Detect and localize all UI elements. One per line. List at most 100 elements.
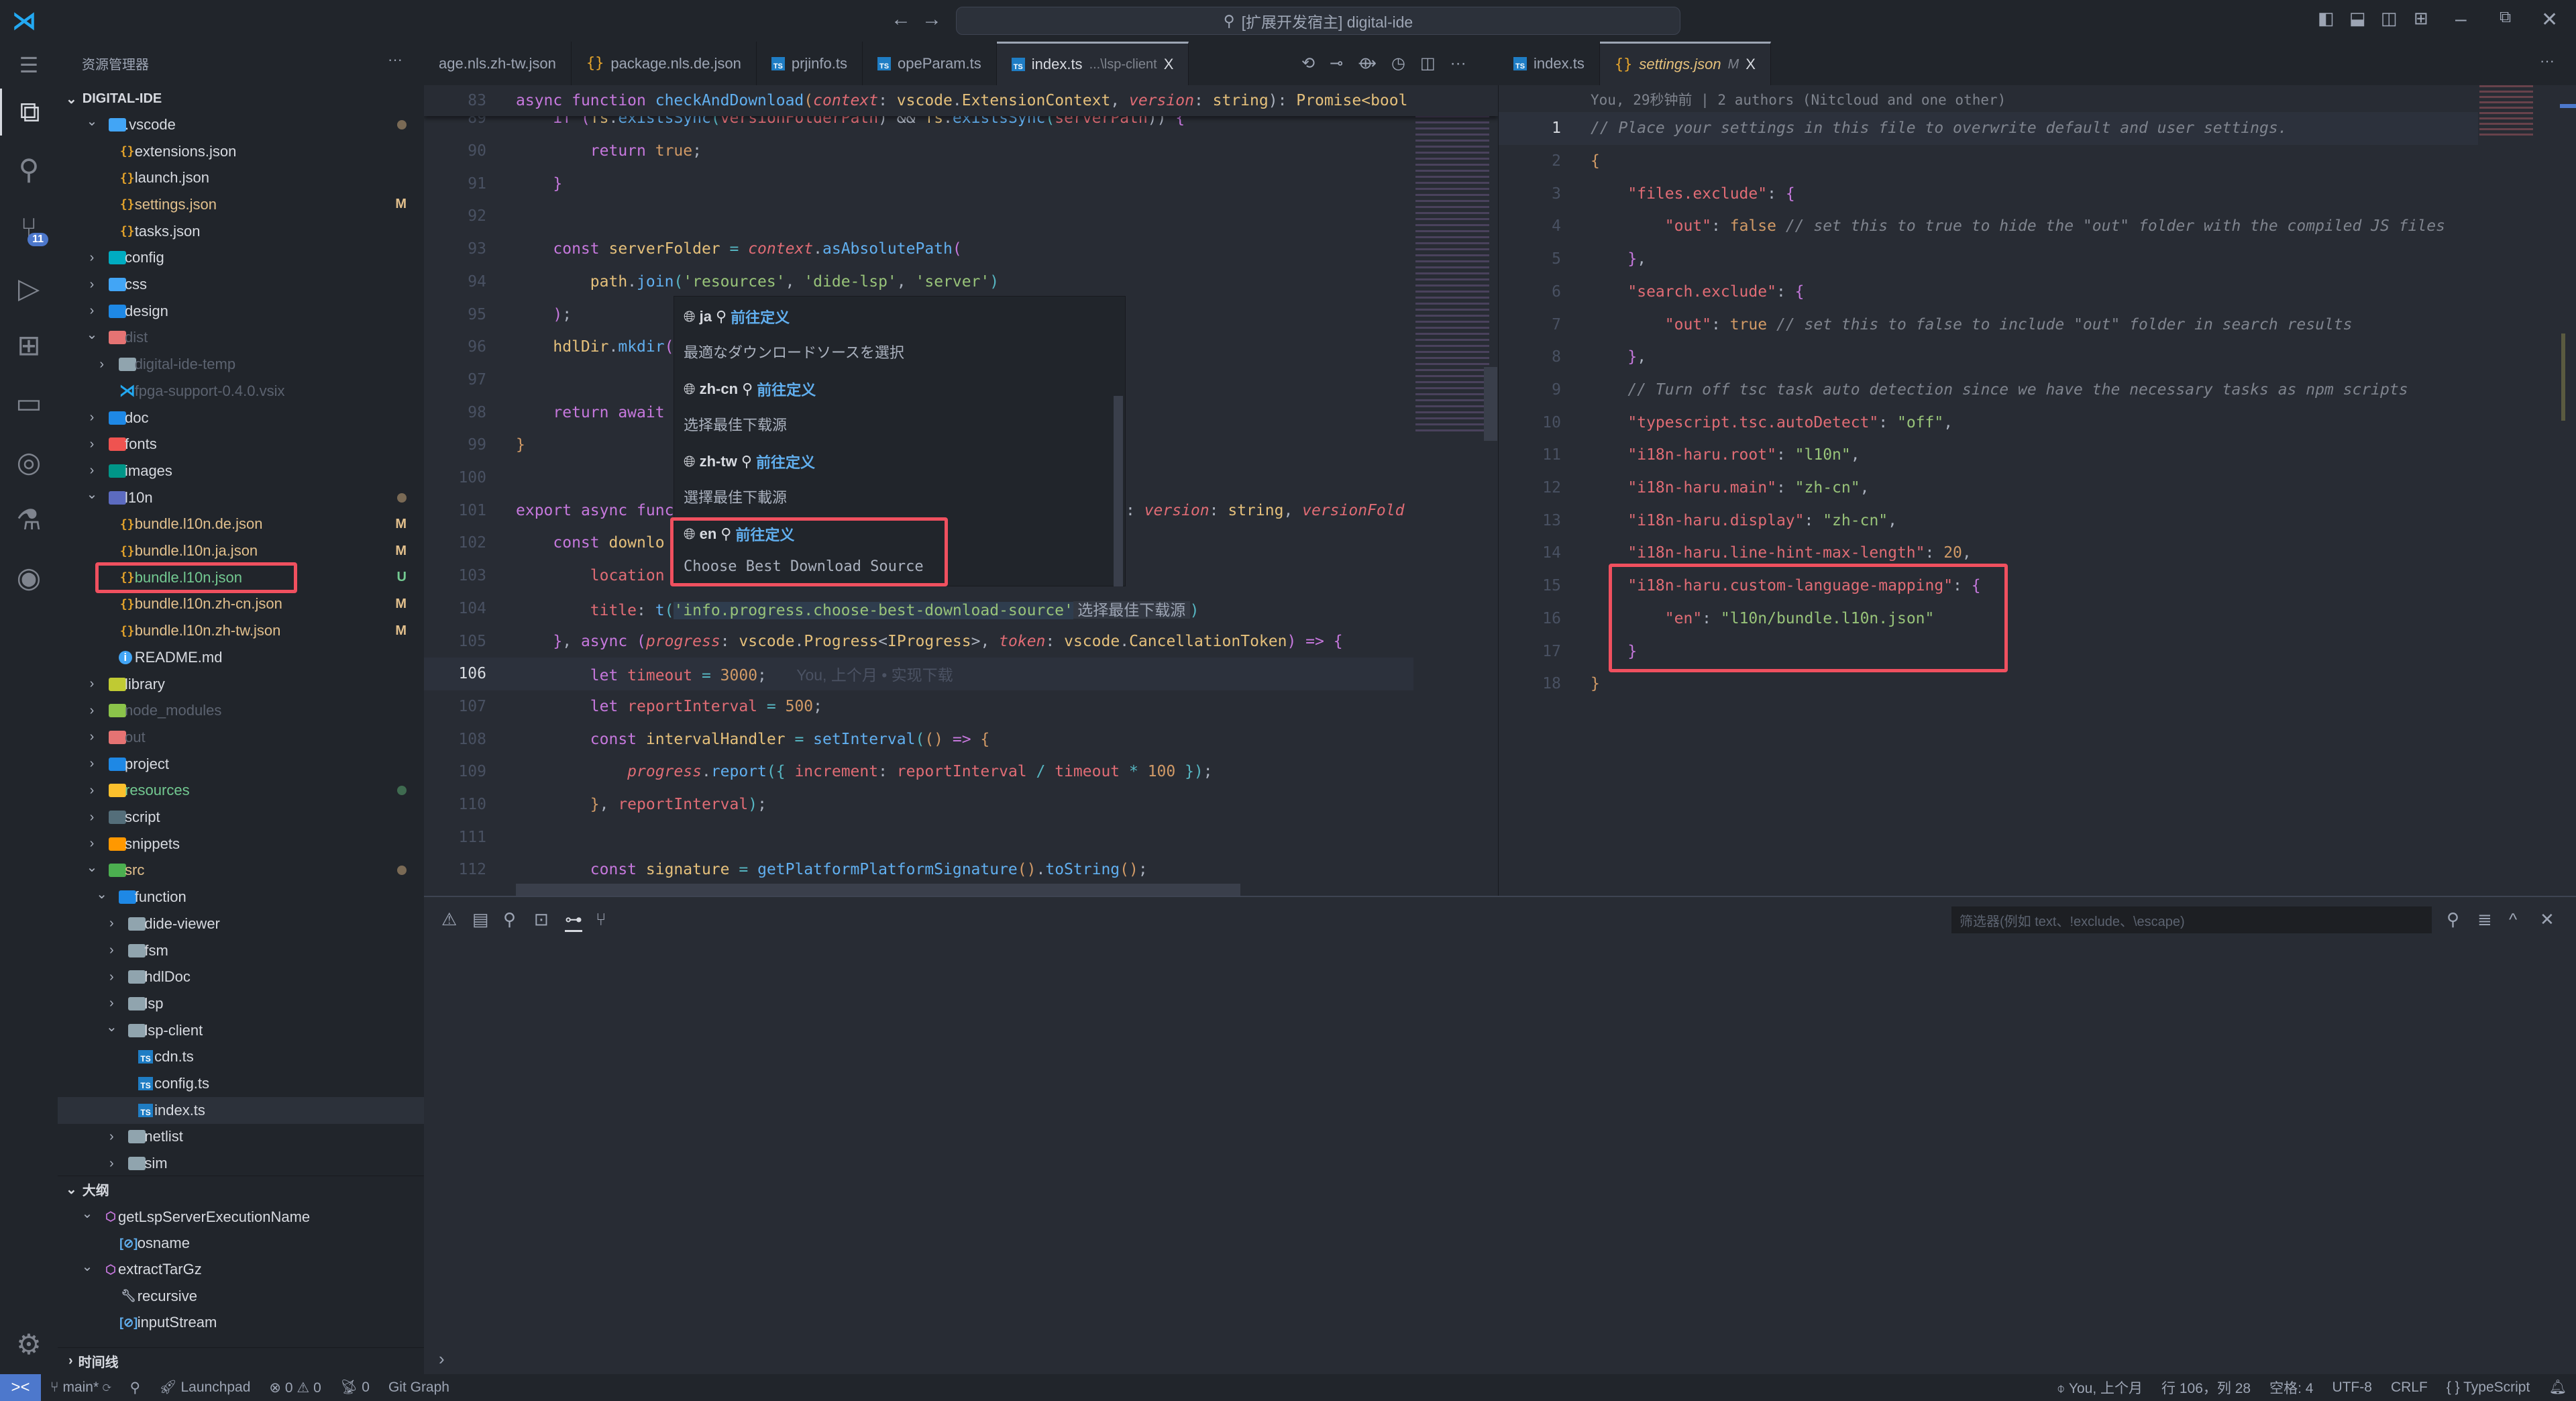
gitlens-icon[interactable]: ⑂ — [596, 909, 606, 930]
git-graph-item[interactable]: Git Graph — [388, 1380, 449, 1396]
encoding[interactable]: UTF-8 — [2332, 1380, 2372, 1396]
codelens-blame[interactable]: You, 29秒钟前 | 2 authors (Nitcloud and one… — [1591, 89, 2006, 109]
language-mode[interactable]: { } TypeScript — [2447, 1380, 2530, 1396]
tree-item[interactable]: › node_modules — [58, 697, 424, 724]
gear-icon[interactable]: ⚙ — [0, 1320, 58, 1367]
tree-item[interactable]: ⌄ l10n — [58, 484, 424, 511]
code-line[interactable]: 93 const serverFolder = context.asAbsolu… — [424, 233, 1413, 266]
close-panel-icon[interactable]: ✕ — [2540, 909, 2555, 930]
ports-icon[interactable]: ⊶ — [565, 909, 582, 932]
gitlens-icon[interactable]: ◷ — [1391, 54, 1405, 73]
previous-change-icon[interactable]: ⊸ — [1330, 54, 1343, 73]
remote-explorer-icon[interactable]: ▭ — [0, 379, 58, 426]
terminal-icon[interactable]: ⊡ — [534, 909, 549, 930]
tree-item[interactable]: i README.md — [58, 644, 424, 671]
tree-item[interactable]: {} bundle.l10n.de.json M — [58, 511, 424, 538]
code-line[interactable]: 18} — [1499, 668, 2478, 701]
tree-item[interactable]: {} launch.json — [58, 164, 424, 191]
tree-item[interactable]: › css — [58, 271, 424, 298]
testing-icon[interactable]: ⚗ — [0, 496, 58, 543]
arrow-left-icon[interactable]: ← — [891, 8, 911, 31]
vertical-scrollbar[interactable] — [2540, 85, 2576, 896]
run-debug-icon[interactable]: ▷ — [0, 264, 58, 311]
code-line[interactable]: 109 progress.report({ increment: reportI… — [424, 756, 1413, 788]
branch-item[interactable]: ⑂ main* ⟳ — [50, 1380, 111, 1396]
explorer-icon[interactable]: ⧉ — [0, 89, 58, 136]
indentation[interactable]: 空格: 4 — [2269, 1378, 2313, 1398]
code-line[interactable]: 112 const signature = getPlatformPlatfor… — [424, 853, 1413, 886]
code-line[interactable]: 11 "i18n-haru.root": "l10n", — [1499, 439, 2478, 472]
split-editor-icon[interactable]: ◫ — [1420, 54, 1436, 73]
tab-age-nls-zh-tw-json[interactable]: age.nls.zh-tw.json — [424, 42, 572, 85]
output-icon[interactable]: ▤ — [472, 909, 489, 930]
extensions-icon[interactable]: ⊞ — [0, 321, 58, 368]
outline-section-header[interactable]: ⌄ 大纲 — [58, 1176, 424, 1202]
customize-layout-icon[interactable]: ⊞ — [2414, 8, 2428, 29]
tree-item[interactable]: › digital-ide-temp — [58, 351, 424, 378]
horizontal-scrollbar[interactable] — [516, 884, 1240, 896]
gitlens-icon[interactable]: ◉ — [0, 554, 58, 601]
tree-item[interactable]: › config — [58, 245, 424, 272]
more-icon[interactable]: ··· — [2540, 52, 2555, 70]
hover-scrollbar[interactable] — [1114, 396, 1123, 586]
code-line[interactable]: 111 — [424, 821, 1413, 853]
search-icon[interactable]: ⚲ — [0, 146, 58, 193]
code-line[interactable]: 3 "files.exclude": { — [1499, 177, 2478, 210]
outline-item[interactable]: ⌄ ⬡ extractTarGz — [58, 1257, 424, 1284]
remote-button[interactable]: >< — [0, 1374, 41, 1401]
tree-item[interactable]: › library — [58, 671, 424, 698]
tree-item[interactable]: ⌄ lsp-client — [58, 1017, 424, 1044]
code-line[interactable]: 106 let timeout = 3000; You, 上个月 • 实现下载 — [424, 657, 1413, 690]
problems-icon[interactable]: ⚠ — [441, 909, 457, 930]
close-tab-icon[interactable]: X — [1746, 56, 1756, 73]
code-line[interactable]: 110 }, reportInterval); — [424, 788, 1413, 821]
code-line[interactable]: 108 const intervalHandler = setInterval(… — [424, 723, 1413, 756]
tree-item[interactable]: › resources — [58, 778, 424, 805]
code-line[interactable]: 104 title: t('info.progress.choose-best-… — [424, 592, 1413, 625]
outline-item[interactable]: [⊘] inputStream — [58, 1309, 424, 1336]
ports-item[interactable]: 📡︎ 0 — [340, 1380, 370, 1396]
tree-item[interactable]: › hdlDoc — [58, 964, 424, 990]
tree-item[interactable]: ⋊ fpga-support-0.4.0.vsix — [58, 378, 424, 405]
tab-index-ts[interactable]: TS index.ts ...\lsp-client X — [996, 42, 1189, 85]
code-line[interactable]: 2{ — [1499, 145, 2478, 178]
code-line[interactable]: 9 // Turn off tsc task auto detection si… — [1499, 374, 2478, 407]
vertical-scrollbar[interactable] — [1484, 367, 1497, 441]
open-changes-icon[interactable]: ⟲ — [1301, 54, 1315, 73]
timeline-section-header[interactable]: › 时间线 — [58, 1347, 424, 1374]
menu-icon[interactable]: ☰ — [0, 42, 58, 89]
more-actions-button[interactable]: ··· — [388, 51, 402, 68]
tree-item[interactable]: ⌄ function — [58, 884, 424, 911]
code-line[interactable]: 1 // Place your settings in this file to … — [1499, 112, 2478, 145]
tree-item[interactable]: ⌄ dist — [58, 325, 424, 352]
cursor-position[interactable]: 行 106，列 28 — [2161, 1378, 2251, 1398]
sticky-scroll-line[interactable]: 83 async function checkAndDownload(contex… — [424, 85, 1498, 116]
tree-item[interactable]: {} bundle.l10n.zh-tw.json M — [58, 617, 424, 644]
code-line[interactable]: 10 "typescript.tsc.autoDetect": "off", — [1499, 406, 2478, 439]
tree-item[interactable]: TS index.ts — [58, 1096, 424, 1124]
tree-item[interactable]: {} bundle.l10n.ja.json M — [58, 537, 424, 564]
tree-item[interactable]: › dide-viewer — [58, 911, 424, 937]
code-line[interactable]: 13 "i18n-haru.display": "zh-cn", — [1499, 504, 2478, 537]
tree-item[interactable]: TS cdn.ts — [58, 1044, 424, 1071]
tree-item[interactable]: › fsm — [58, 937, 424, 964]
debug-console-icon[interactable]: ⚲ — [503, 909, 516, 930]
tree-item[interactable]: {} settings.json M — [58, 191, 424, 218]
code-line[interactable]: 8 }, — [1499, 341, 2478, 374]
code-line[interactable]: 91 } — [424, 167, 1413, 200]
minimap[interactable] — [1415, 85, 1489, 434]
tree-item[interactable]: TS config.ts — [58, 1070, 424, 1097]
outline-item[interactable]: [⊘] osname — [58, 1230, 424, 1257]
blame-item[interactable]: ⌽ You, 上个月 — [2057, 1378, 2143, 1398]
tab-package-nls-de-json[interactable]: {} package.nls.de.json — [572, 42, 757, 85]
tree-item[interactable]: › fonts — [58, 431, 424, 458]
tree-item[interactable]: › netlist — [58, 1124, 424, 1151]
tree-item[interactable]: ⌄ src — [58, 858, 424, 884]
git-graph-status-icon[interactable]: ⚲ — [130, 1380, 140, 1396]
minimize-icon[interactable]: – — [2455, 8, 2467, 31]
tab-opeparam-ts[interactable]: TS opeParam.ts — [863, 42, 997, 85]
chevron-right-icon[interactable]: › — [439, 1349, 445, 1369]
tree-item[interactable]: › script — [58, 804, 424, 831]
code-line[interactable]: 92 — [424, 200, 1413, 233]
toggle-panel-icon[interactable]: ⬓ — [2349, 8, 2366, 29]
